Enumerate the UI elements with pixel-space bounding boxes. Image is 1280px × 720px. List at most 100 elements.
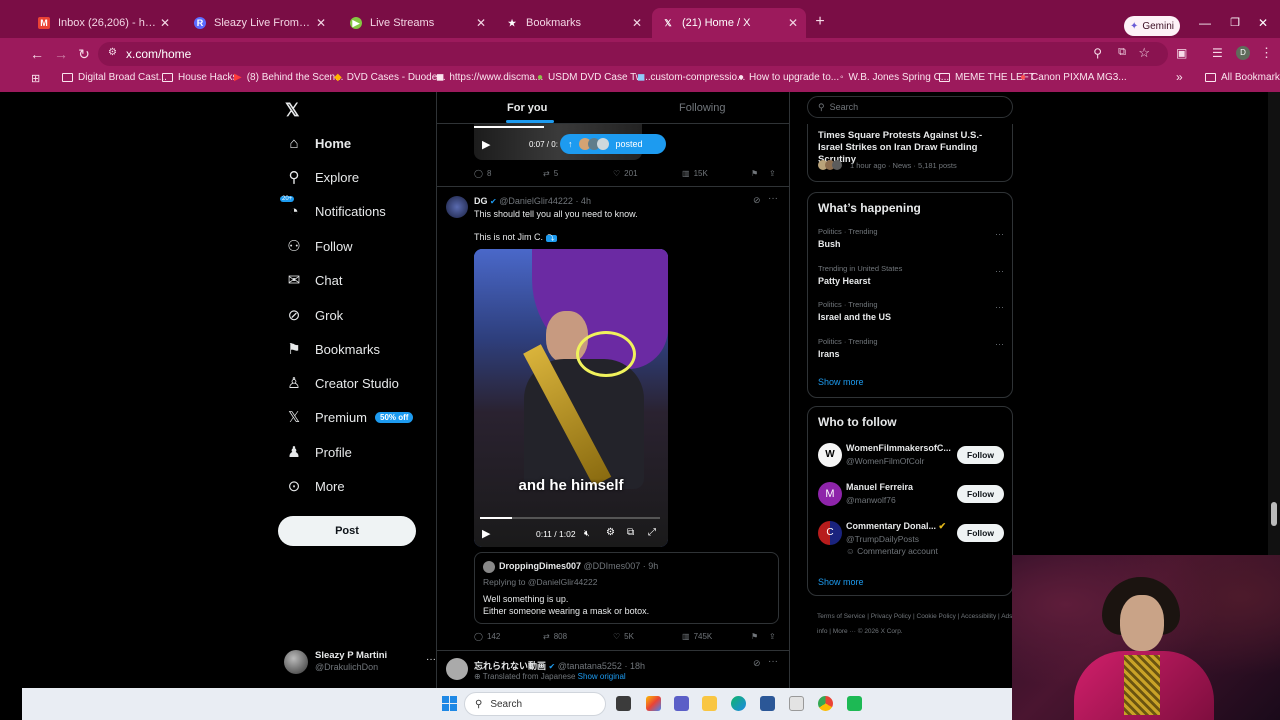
bookmark-icon[interactable]: ⚑ [751,632,758,641]
edge-icon[interactable] [731,696,746,711]
play-icon[interactable]: ▶ [482,138,490,151]
bookmark-star-icon[interactable]: ☆ [1138,45,1150,61]
new-tab-button[interactable]: + [812,14,828,30]
close-window-button[interactable]: ✕ [1256,16,1270,30]
follow-suggestion[interactable]: C Commentary Donal... ✔ @TrumpDailyPosts… [808,519,1012,559]
avatar[interactable] [446,196,468,218]
play-icon[interactable]: ▶ [482,527,490,540]
app-icon[interactable] [847,696,862,711]
footer-link[interactable]: More ··· [833,628,856,635]
page-scrollbar[interactable] [1268,92,1280,555]
new-posts-pill[interactable]: ↑ posted [560,134,666,154]
forward-button[interactable]: → [52,45,70,63]
pip-icon[interactable]: ⧉ [627,527,634,538]
bookmark-item[interactable]: ◆ DVD Cases - Duode... [334,72,446,83]
post-video[interactable]: and he himself ▶ 0:11 / 1:02 🔇︎ ⚙ ⧉ ⤢ [474,249,668,547]
reply-count[interactable]: ◯ 142 [474,632,500,641]
tab-following[interactable]: Following [679,102,725,114]
task-view-icon[interactable] [616,696,631,711]
more-icon[interactable]: ··· [995,229,1004,239]
close-icon[interactable]: ✕ [156,16,174,30]
bookmark-item[interactable]: Digital Broad Cast... [62,72,167,83]
bookmark-item[interactable]: ● USDM DVD Case Tw... [537,72,651,83]
grok-icon[interactable]: ⊘ [753,658,761,669]
bookmark-item[interactable]: ● How to upgrade to... [738,72,839,83]
scrollbar-thumb[interactable] [1271,502,1277,526]
post-author-name[interactable]: 忘れられない動画 [474,661,546,671]
sidebar-item-grok[interactable]: ⊘ Grok [285,300,343,330]
tab-bookmarks[interactable]: ★ Bookmarks ✕ [496,8,650,38]
trend-item[interactable]: Politics · Trending Irans ··· [818,337,1004,367]
install-app-icon[interactable]: ⧉ [1118,46,1126,59]
site-info-icon[interactable]: ⚙ [108,47,117,58]
x-logo-icon[interactable]: 𝕏 [285,100,300,121]
footer-link[interactable]: Privacy Policy [871,613,911,620]
sidebar-item-chat[interactable]: ✉ Chat [285,265,343,295]
footer-link[interactable]: Accessibility [961,613,996,620]
address-bar[interactable]: ⚙ x.com/home ⚲ ⧉ ☆ [98,42,1168,66]
post-time[interactable]: · 4h [575,196,591,206]
mute-icon[interactable]: 🔇︎ [584,528,590,539]
more-icon[interactable]: ··· [995,266,1004,276]
chrome-menu-icon[interactable]: ⋮ [1260,45,1273,61]
news-card[interactable]: Times Square Protests Against U.S.-Israe… [807,124,1013,182]
share-icon[interactable]: ⇪ [769,169,776,178]
sidebar-item-follow[interactable]: ⚇ Follow [285,231,352,261]
show-original-link[interactable]: Show original [578,672,626,681]
chrome-icon[interactable] [818,696,833,711]
more-icon[interactable]: ··· [768,656,778,667]
sidebar-item-explore[interactable]: ⚲ Explore [285,162,360,192]
trend-item[interactable]: Politics · Trending Israel and the US ··… [818,300,1004,330]
close-icon[interactable]: ✕ [472,16,490,30]
repost-count[interactable]: ⇄ 5 [543,169,558,178]
post-author-name[interactable]: DG [474,196,488,206]
show-more-link[interactable]: Show more [818,377,864,387]
view-count[interactable]: ▥ 15K [682,169,708,178]
settings-icon[interactable]: ⚙ [606,527,615,538]
post-button[interactable]: Post [278,516,416,546]
fullscreen-icon[interactable]: ⤢ [648,527,656,538]
sidebar-item-home[interactable]: ⌂ Home [285,128,351,158]
more-bookmarks-button[interactable]: » [1176,70,1183,84]
show-more-link[interactable]: Show more [818,577,864,587]
close-icon[interactable]: ✕ [312,16,330,30]
more-icon[interactable]: ··· [995,302,1004,312]
follow-suggestion[interactable]: M Manuel Ferreira @manwolf76 Follow [808,480,1012,512]
app-icon[interactable] [789,696,804,711]
teams-icon[interactable] [674,696,689,711]
reload-button[interactable]: ↻ [75,45,93,63]
windows-start-icon[interactable] [442,696,457,711]
sidebar-item-bookmarks[interactable]: ⚑ Bookmarks [285,334,380,364]
more-icon[interactable]: ··· [995,339,1004,349]
taskbar-search[interactable]: ⚲ Search [464,692,606,716]
like-count[interactable]: ♡ 5K [613,632,634,641]
quoted-post[interactable]: DroppingDimes007 @DDImes007 · 9h Replyin… [474,552,779,624]
tab-rumble-stream[interactable]: R Sleazy Live From the Bunker 2/... ✕ [184,8,334,38]
apps-grid-icon[interactable]: ⊞ [31,72,40,85]
post-author-handle[interactable]: @DanielGlir44222 [499,196,573,206]
bookmark-item[interactable]: ◼ custom-compressio... [637,72,745,83]
back-button[interactable]: ← [28,45,46,63]
bookmark-item[interactable]: ● Canon PIXMA MG3... [1020,72,1127,83]
like-count[interactable]: ♡ 201 [613,169,638,178]
footer-link[interactable]: Terms of Service [817,613,865,620]
reply-count[interactable]: ◯ 8 [474,169,491,178]
trend-item[interactable]: Politics · Trending Bush ··· [818,227,1004,257]
follow-button[interactable]: Follow [957,446,1004,464]
sidebar-item-creator-studio[interactable]: ♙ Creator Studio [285,368,399,398]
follow-suggestion[interactable]: W WomenFilmmakersofC... @WomenFilmOfColr… [808,441,1012,473]
bookmark-item[interactable]: ◦ W.B. Jones Spring C... [840,72,949,83]
maximize-button[interactable]: ❐ [1228,16,1242,30]
bookmark-icon[interactable]: ⚑ [751,169,758,178]
side-panel-icon[interactable]: ▣ [1176,46,1187,60]
sidebar-item-premium[interactable]: 𝕏 Premium 50% off [285,402,414,432]
reading-list-icon[interactable]: ☰ [1212,46,1223,60]
bookmark-item[interactable]: House Hacks [162,72,237,83]
sidebar-item-more[interactable]: ⊙ More [285,471,345,501]
more-icon[interactable]: ··· [426,654,436,665]
minimize-button[interactable]: — [1198,16,1212,30]
zoom-icon[interactable]: ⚲ [1093,46,1102,60]
tab-x-home[interactable]: 𝕏 (21) Home / X ✕ [652,8,806,38]
close-icon[interactable]: ✕ [784,16,802,30]
bookmark-item[interactable]: ◼ https://www.discma... [436,72,543,83]
